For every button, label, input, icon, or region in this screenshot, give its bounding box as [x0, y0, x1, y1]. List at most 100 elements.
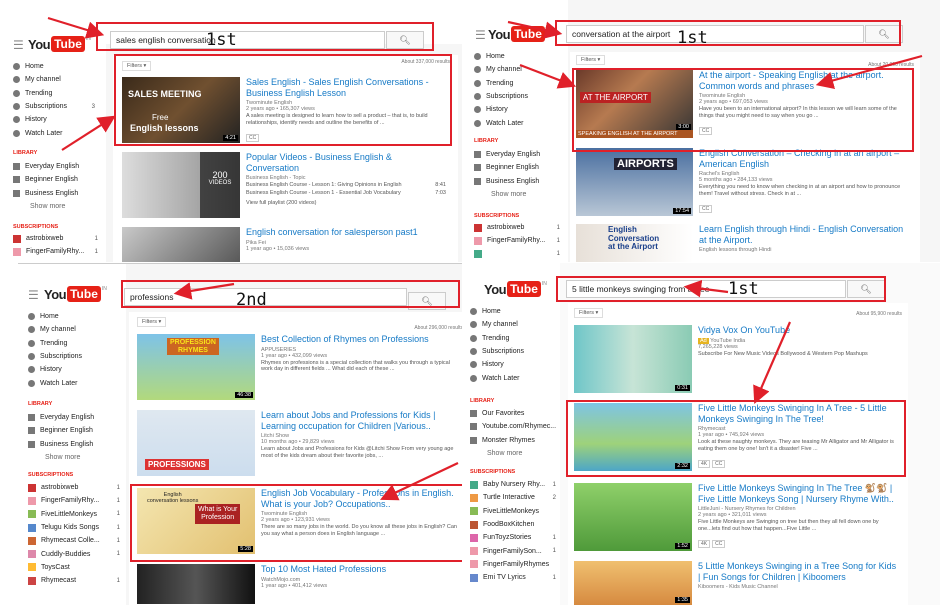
library-item[interactable]: Everyday English: [13, 160, 79, 173]
result-video[interactable]: AIRPORTS 17:54 English Conversation – Ch…: [576, 148, 916, 216]
filters-button[interactable]: Filters ▾: [137, 317, 167, 327]
subscription-item[interactable]: Rhymecast Colle... 1: [28, 534, 120, 547]
library-item[interactable]: Beginner English: [474, 161, 540, 174]
video-title[interactable]: Five Little Monkeys Swinging In The Tree…: [698, 483, 898, 504]
subscription-item[interactable]: FiveLittleMonkeys 1: [28, 508, 120, 521]
subscription-item[interactable]: ToysCast: [28, 561, 120, 574]
library-item[interactable]: Youtube.com/Rhymec...: [470, 420, 556, 433]
library-item[interactable]: Our Favorites: [470, 407, 556, 420]
library-item[interactable]: Beginner English: [28, 424, 94, 437]
library-item[interactable]: Everyday English: [28, 411, 94, 424]
result-playlist[interactable]: 200 VIDEOS Popular Videos - Business Eng…: [122, 152, 452, 218]
channel-name[interactable]: YouTube India: [710, 338, 745, 344]
youtube-logo[interactable]: You Tube IN: [484, 281, 547, 297]
result-video[interactable]: English Conversation at the Airport Learn …: [576, 224, 916, 262]
video-thumbnail[interactable]: PROFESSIONS: [137, 410, 255, 476]
hamburger-menu-icon[interactable]: ☰: [13, 38, 24, 52]
subscription-item[interactable]: FingerFamilyRhy... 1: [13, 245, 98, 258]
hamburger-menu-icon[interactable]: ☰: [28, 288, 39, 302]
playlist-line[interactable]: Business English Course - Lesson 1: Givi…: [246, 182, 446, 189]
video-title[interactable]: Learn English through Hindi - English Co…: [699, 224, 909, 245]
nav-trending[interactable]: Trending: [28, 337, 82, 350]
nav-my-channel[interactable]: My channel: [13, 73, 95, 86]
result-video[interactable]: PROFESSIONS Learn about Jobs and Profess…: [137, 410, 462, 476]
playlist-thumbnail[interactable]: 200 VIDEOS: [122, 152, 240, 218]
show-more-link[interactable]: Show more: [474, 188, 540, 201]
nav-watch-later[interactable]: Watch Later: [13, 126, 95, 139]
subscription-item[interactable]: Baby Nursery Rhy... 1: [470, 478, 556, 491]
video-thumbnail[interactable]: 1:52: [574, 483, 692, 551]
nav-subscriptions[interactable]: Subscriptions: [470, 345, 524, 358]
library-item[interactable]: Beginner English: [13, 173, 79, 186]
nav-history[interactable]: History: [470, 358, 524, 371]
nav-history[interactable]: History: [474, 103, 528, 116]
library-item[interactable]: Business English: [13, 187, 79, 200]
subscription-item[interactable]: FunToyzStories 1: [470, 531, 556, 544]
library-item[interactable]: Business English: [474, 175, 540, 188]
video-thumbnail[interactable]: AIRPORTS 17:54: [576, 148, 693, 216]
video-title[interactable]: 5 Little Monkeys Swinging in a Tree Song…: [698, 561, 898, 582]
nav-home[interactable]: Home: [13, 60, 95, 73]
result-video[interactable]: 1:35 5 Little Monkeys Swinging in a Tree…: [574, 561, 904, 605]
subscription-item[interactable]: FingerFamilyRhymes: [470, 558, 556, 571]
nav-home[interactable]: Home: [474, 50, 528, 63]
subscription-item[interactable]: FiveLittleMonkeys: [470, 505, 556, 518]
nav-my-channel[interactable]: My channel: [470, 318, 524, 331]
subscription-item[interactable]: Emi TV Lyrics 1: [470, 571, 556, 584]
nav-trending[interactable]: Trending: [474, 77, 528, 90]
subscription-item[interactable]: Rhymecast 1: [28, 574, 120, 587]
nav-subscriptions[interactable]: Subscriptions: [28, 350, 82, 363]
filters-button[interactable]: Filters ▾: [574, 308, 604, 318]
video-thumbnail[interactable]: [122, 227, 240, 262]
subscription-item[interactable]: FingerFamilyRhy... 1: [28, 494, 120, 507]
video-title[interactable]: Vidya Vox On YouTube: [698, 325, 898, 336]
subscription-item[interactable]: astrobixweb 1: [28, 481, 120, 494]
video-thumbnail[interactable]: PROFESSION RHYMES 46:38: [137, 334, 255, 400]
nav-my-channel[interactable]: My channel: [474, 63, 528, 76]
channel-name[interactable]: English lessons through Hindi: [699, 247, 909, 253]
channel-name[interactable]: Kiboomers - Kids Music Channel: [698, 584, 898, 590]
filters-button[interactable]: Filters ▾: [576, 55, 606, 65]
subscription-item[interactable]: Cuddly-Buddies 1: [28, 547, 120, 560]
nav-history[interactable]: History: [13, 113, 95, 126]
video-thumbnail[interactable]: [137, 564, 255, 604]
subscription-item[interactable]: FoodBoxKitchen: [470, 518, 556, 531]
hamburger-menu-icon[interactable]: ☰: [475, 28, 486, 42]
video-thumbnail[interactable]: 1:35: [574, 561, 692, 605]
video-title[interactable]: Best Collection of Rhymes on Professions: [261, 334, 461, 345]
playlist-title[interactable]: Popular Videos - Business English & Conv…: [246, 152, 446, 173]
subscription-item[interactable]: Telugu Kids Songs 1: [28, 521, 120, 534]
nav-trending[interactable]: Trending: [13, 87, 95, 100]
nav-home[interactable]: Home: [28, 310, 82, 323]
subscription-item[interactable]: FingerFamilySon... 1: [470, 544, 556, 557]
view-playlist-link[interactable]: View full playlist (200 videos): [246, 200, 446, 207]
youtube-logo[interactable]: You Tube IN: [488, 26, 551, 42]
playlist-line[interactable]: Business English Course - Lesson 1 - Ess…: [246, 190, 446, 197]
nav-watch-later[interactable]: Watch Later: [474, 116, 528, 129]
show-more-link[interactable]: Show more: [28, 451, 94, 464]
result-ad[interactable]: 0:31 Vidya Vox On YouTube Ad YouTube Ind…: [574, 325, 904, 393]
nav-history[interactable]: History: [28, 363, 82, 376]
subscription-item[interactable]: Turtle Interactive 2: [470, 491, 556, 504]
youtube-logo[interactable]: You Tube IN: [44, 286, 107, 302]
youtube-logo[interactable]: You Tube IN: [28, 36, 91, 52]
video-thumbnail[interactable]: English Conversation at the Airport: [576, 224, 693, 262]
subscription-item[interactable]: astrobixweb 1: [474, 221, 560, 234]
result-video[interactable]: Top 10 Most Hated Professions WatchMojo.…: [137, 564, 462, 604]
video-title[interactable]: English conversation for salesperson pas…: [246, 227, 446, 238]
library-item[interactable]: Monster Rhymes: [470, 434, 556, 447]
library-item[interactable]: Business English: [28, 438, 94, 451]
nav-trending[interactable]: Trending: [470, 332, 524, 345]
subscription-item[interactable]: 1: [474, 248, 560, 261]
result-video[interactable]: 1:52 Five Little Monkeys Swinging In The…: [574, 483, 904, 551]
nav-home[interactable]: Home: [470, 305, 524, 318]
subscription-item[interactable]: FingerFamilyRhy... 1: [474, 234, 560, 247]
video-title[interactable]: Top 10 Most Hated Professions: [261, 564, 461, 575]
nav-my-channel[interactable]: My channel: [28, 323, 82, 336]
library-item[interactable]: Everyday English: [474, 148, 540, 161]
nav-subscriptions[interactable]: Subscriptions 3: [13, 100, 95, 113]
video-title[interactable]: Learn about Jobs and Professions for Kid…: [261, 410, 461, 431]
video-thumbnail[interactable]: 0:31: [574, 325, 692, 393]
show-more-link[interactable]: Show more: [13, 200, 79, 213]
show-more-link[interactable]: Show more: [470, 447, 556, 460]
